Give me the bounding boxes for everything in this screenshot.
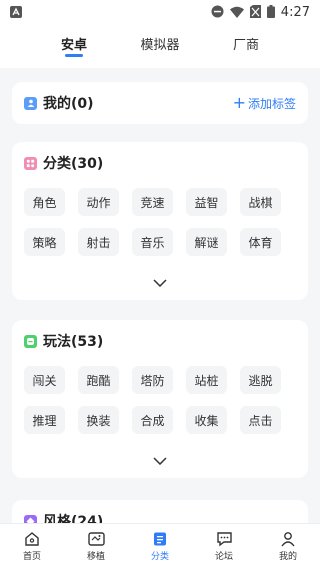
nav-port[interactable]: 移植 <box>64 524 128 569</box>
tag-item[interactable]: 塔防 <box>132 366 173 394</box>
style-card: 风格(24) <box>12 500 308 523</box>
tag-item[interactable]: 动作 <box>78 188 119 216</box>
tag-item[interactable]: 射击 <box>78 228 119 256</box>
tag-item[interactable]: 跑酷 <box>78 366 119 394</box>
tag-item[interactable]: 点击 <box>240 406 281 434</box>
gameplay-card: 玩法(53) 闯关 跑酷 塔防 站桩 逃脱 推理 换装 合成 收集 点击 <box>12 320 308 478</box>
tag-item[interactable]: 体育 <box>240 228 281 256</box>
nav-mine[interactable]: 我的 <box>256 524 320 569</box>
content-area[interactable]: 我的(0) + 添加标签 分类(30) 角色 动作 竞速 益智 战棋 策略 射击… <box>0 68 320 523</box>
nav-forum-label: 论坛 <box>214 552 233 562</box>
battery-icon <box>266 3 275 22</box>
app-notification-icon <box>10 3 22 22</box>
add-tag-button[interactable]: + 添加标签 <box>233 95 296 112</box>
tag-item[interactable]: 逃脱 <box>240 366 281 394</box>
my-tags-card: 我的(0) + 添加标签 <box>12 82 308 124</box>
tab-emulator[interactable]: 模拟器 <box>117 24 203 68</box>
category-tags: 角色 动作 竞速 益智 战棋 策略 射击 音乐 解谜 体育 <box>24 188 296 256</box>
tag-item[interactable]: 战棋 <box>240 188 281 216</box>
nav-home-label: 首页 <box>22 552 41 562</box>
nav-category[interactable]: 分类 <box>128 524 192 569</box>
tab-android[interactable]: 安卓 <box>31 24 117 68</box>
expand-category-button[interactable] <box>24 272 296 290</box>
tag-item[interactable]: 合成 <box>132 406 173 434</box>
chevron-down-icon <box>153 279 167 288</box>
tag-item[interactable]: 益智 <box>186 188 227 216</box>
chevron-down-icon <box>153 457 167 466</box>
home-icon <box>25 532 39 546</box>
my-section-icon <box>24 96 37 110</box>
tag-item[interactable]: 推理 <box>24 406 65 434</box>
person-icon <box>281 532 295 547</box>
tag-item[interactable]: 闯关 <box>24 366 65 394</box>
nav-forum[interactable]: 论坛 <box>192 524 256 569</box>
tag-item[interactable]: 音乐 <box>132 228 173 256</box>
expand-gameplay-button[interactable] <box>24 450 296 468</box>
gamepad-icon <box>87 532 105 546</box>
dnd-icon <box>211 3 224 22</box>
nav-mine-label: 我的 <box>278 552 297 562</box>
tag-item[interactable]: 收集 <box>186 406 227 434</box>
tag-item[interactable]: 解谜 <box>186 228 227 256</box>
wifi-icon <box>229 3 244 22</box>
status-bar: 4:27 <box>0 0 320 24</box>
style-section-title: 风格(24) <box>43 514 104 523</box>
category-section-icon <box>24 156 37 170</box>
plus-icon: + <box>232 93 246 112</box>
status-time: 4:27 <box>280 4 310 20</box>
gameplay-section-icon <box>24 334 37 348</box>
nav-category-label: 分类 <box>150 552 169 562</box>
my-section-title: 我的(0) <box>43 96 94 112</box>
bottom-nav: 首页 移植 分类 论坛 我的 <box>0 523 320 569</box>
tag-item[interactable]: 角色 <box>24 188 65 216</box>
gameplay-tags: 闯关 跑酷 塔防 站桩 逃脱 推理 换装 合成 收集 点击 <box>24 366 296 434</box>
nav-home[interactable]: 首页 <box>0 524 64 569</box>
tag-item[interactable]: 站桩 <box>186 366 227 394</box>
category-card: 分类(30) 角色 动作 竞速 益智 战棋 策略 射击 音乐 解谜 体育 <box>12 142 308 300</box>
chat-icon <box>216 532 232 547</box>
top-tabs: 安卓 模拟器 厂商 <box>0 24 320 68</box>
nav-port-label: 移植 <box>86 552 105 562</box>
category-icon <box>154 532 166 546</box>
tag-item[interactable]: 竞速 <box>132 188 173 216</box>
category-section-title: 分类(30) <box>43 156 104 172</box>
no-sim-icon <box>249 3 261 22</box>
add-tag-label: 添加标签 <box>247 96 296 111</box>
tag-item[interactable]: 换装 <box>78 406 119 434</box>
tag-item[interactable]: 策略 <box>24 228 65 256</box>
tab-vendor[interactable]: 厂商 <box>203 24 289 68</box>
style-section-icon <box>24 514 37 523</box>
gameplay-section-title: 玩法(53) <box>43 334 104 350</box>
